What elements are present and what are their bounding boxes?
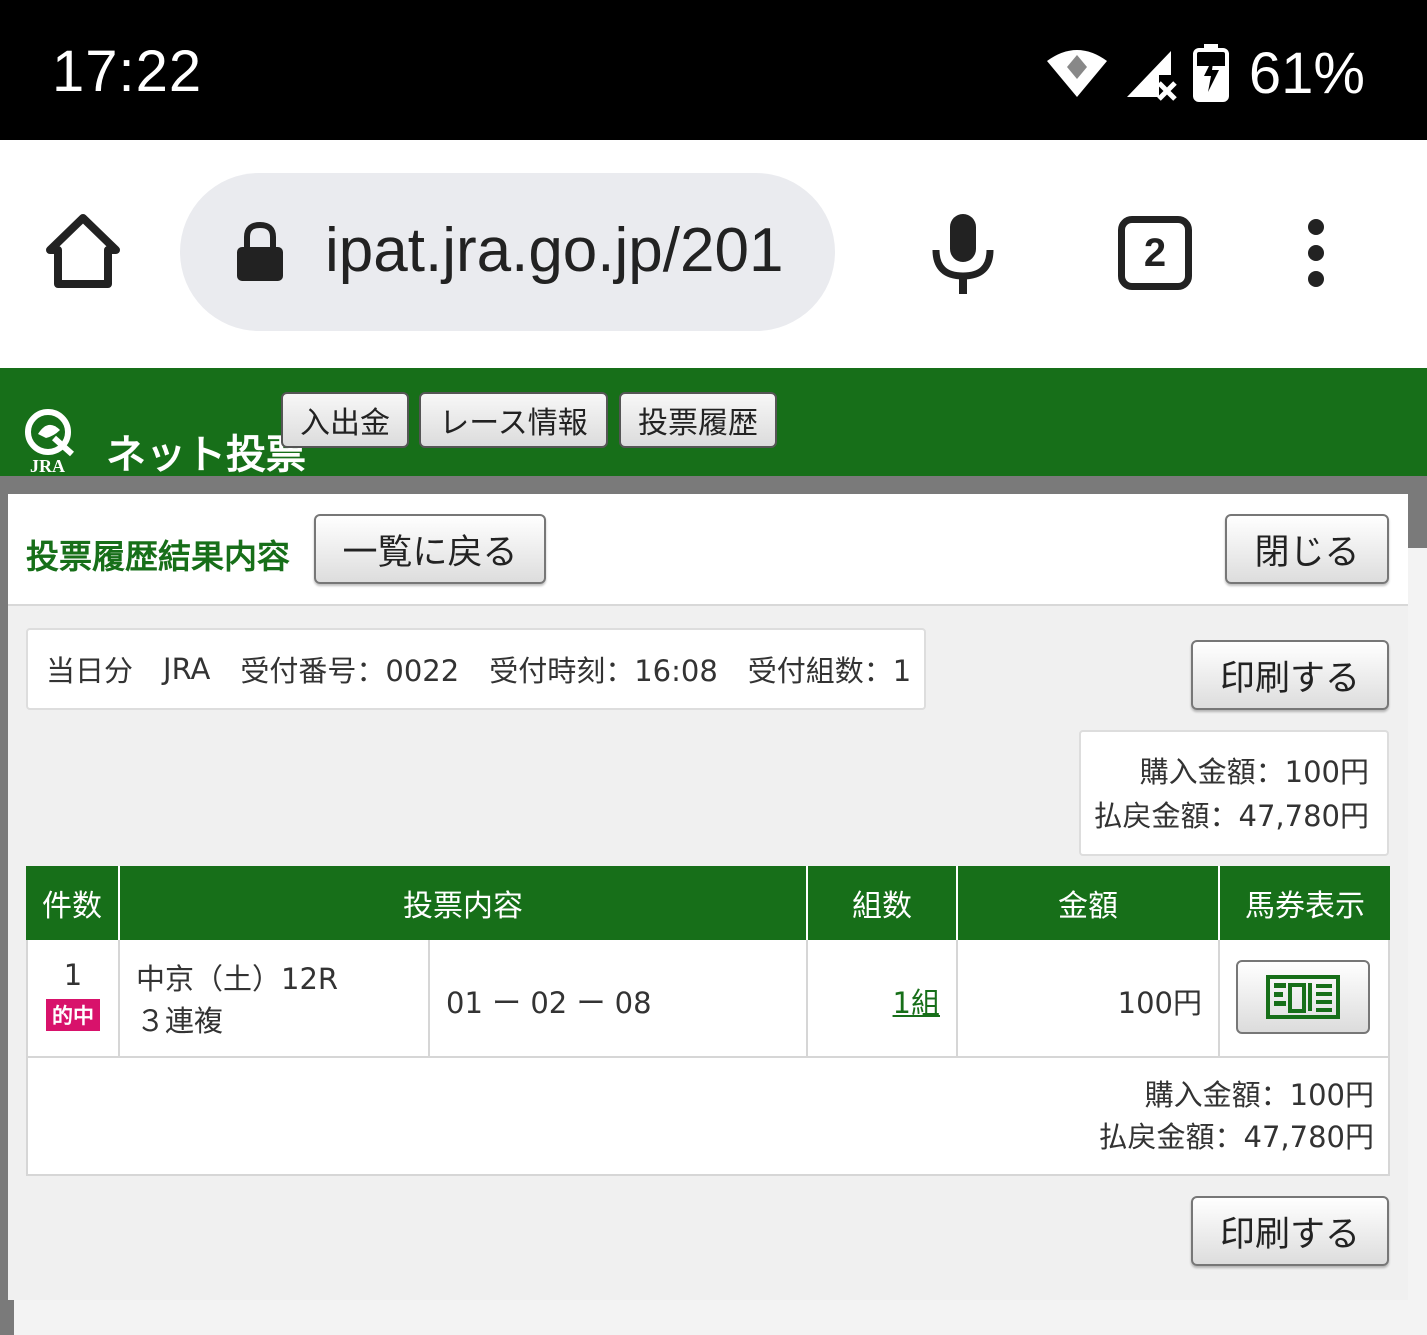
nav-vote-history[interactable]: 投票履歴 [619, 392, 777, 448]
site-logo[interactable]: ネット投票 JRA [24, 408, 306, 478]
summary-box: 購入金額：100円 払戻金額：47,780円 [1079, 730, 1389, 856]
info-combo-count: 受付組数：1 [747, 654, 912, 688]
battery-percent: 61% [1248, 40, 1365, 106]
info-org: JRA [163, 652, 211, 686]
summary-purchase: 購入金額：100円 [1139, 755, 1369, 789]
modal-title: 投票履歴結果内容 [26, 537, 290, 576]
nav-race-info[interactable]: レース情報 [419, 392, 608, 448]
cell-ticket [1220, 940, 1390, 1056]
table-footer: 購入金額：100円 払戻金額：47,780円 [26, 1058, 1390, 1176]
info-day: 当日分 [46, 654, 134, 688]
ticket-icon [1266, 975, 1340, 1019]
close-button[interactable]: 閉じる [1225, 514, 1389, 584]
status-time: 17:22 [52, 39, 203, 104]
bet-type: ３連複 [136, 1004, 224, 1038]
tabs-icon[interactable]: 2 [1118, 216, 1192, 290]
bet-numbers: 01 ー 02 ー 08 [446, 986, 652, 1020]
status-bar: 17:22 61% [0, 0, 1427, 140]
url-bar[interactable]: ipat.jra.go.jp/201 [180, 173, 835, 331]
status-icons: 61% [1045, 38, 1365, 108]
bet-amount: 100円 [1117, 986, 1202, 1020]
th-ticket: 馬券表示 [1245, 889, 1365, 924]
modal-header: 投票履歴結果内容 一覧に戻る 閉じる [8, 494, 1408, 606]
logo-sub: JRA [30, 456, 65, 476]
hit-badge: 的中 [46, 999, 100, 1031]
jra-logo-icon [25, 409, 74, 457]
more-vert-icon[interactable] [1296, 218, 1336, 288]
show-ticket-button[interactable] [1236, 960, 1370, 1034]
signal-off-icon [1126, 51, 1177, 101]
lock-icon [237, 221, 283, 281]
print-button-bottom[interactable]: 印刷する [1191, 1196, 1389, 1266]
nav-deposit[interactable]: 入出金 [281, 392, 409, 448]
th-count: 件数 [26, 866, 120, 940]
cell-race: 中京（土）12R ３連複 [120, 940, 430, 1056]
th-combos: 組数 [808, 866, 958, 940]
url-text[interactable]: ipat.jra.go.jp/201 [325, 215, 815, 286]
race-name: 中京（土）12R [136, 962, 339, 996]
tab-count: 2 [1143, 230, 1167, 275]
table-header: 件数 投票内容 組数 金額 馬券表示 [26, 866, 1390, 940]
footer-payout: 払戻金額：47,780円 [1098, 1120, 1374, 1154]
wifi-icon [1046, 50, 1107, 97]
result-modal: 投票履歴結果内容 一覧に戻る 閉じる 当日分 JRA 受付番号：0022 受付時… [8, 494, 1408, 1300]
print-button[interactable]: 印刷する [1191, 640, 1389, 710]
receipt-info: 当日分 JRA 受付番号：0022 受付時刻：16:08 受付組数：1 [26, 628, 926, 710]
battery-charging-icon [1192, 44, 1229, 102]
th-amount: 金額 [958, 866, 1220, 940]
footer-purchase: 購入金額：100円 [1144, 1078, 1374, 1112]
home-icon[interactable] [42, 210, 124, 292]
info-receipt-time: 受付時刻：16:08 [489, 654, 718, 688]
th-content: 投票内容 [120, 866, 808, 940]
background-page-edge [1408, 548, 1427, 1335]
cell-amount: 100円 [958, 940, 1220, 1056]
cell-combos: 1組 [808, 940, 958, 1056]
info-receipt-no: 受付番号：0022 [240, 654, 460, 688]
table-row: 1 的中 中京（土）12R ３連複 01 ー 02 ー 08 1組 100円 [26, 940, 1390, 1058]
logo-text: ネット投票 [106, 432, 306, 478]
cell-count: 1 的中 [28, 940, 120, 1056]
summary-payout: 払戻金額：47,780円 [1093, 799, 1369, 833]
mic-icon[interactable] [928, 212, 998, 296]
back-to-list-button[interactable]: 一覧に戻る [314, 514, 546, 584]
row-count: 1 [63, 958, 83, 992]
site-header: ネット投票 JRA 入出金 レース情報 投票履歴 [0, 368, 1427, 494]
browser-toolbar: ipat.jra.go.jp/201 2 [0, 140, 1427, 368]
cell-numbers: 01 ー 02 ー 08 [430, 940, 808, 1056]
background-page-bottom [14, 1300, 1414, 1335]
combos-link[interactable]: 1組 [893, 986, 940, 1020]
